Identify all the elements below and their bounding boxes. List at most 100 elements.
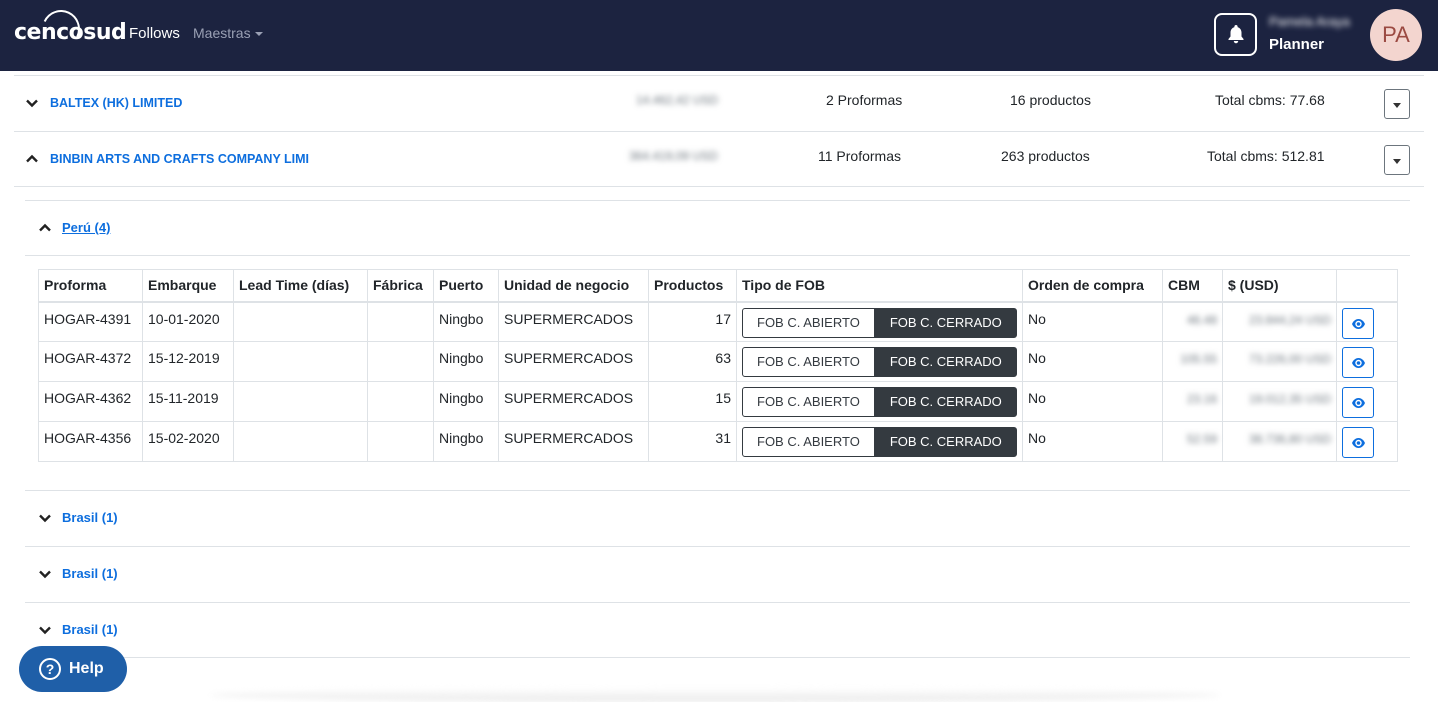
bottom-shadow bbox=[210, 688, 1220, 702]
cell-fabrica bbox=[367, 421, 434, 462]
eye-icon bbox=[1352, 398, 1365, 408]
supplier-amount: 364.419,09 USD bbox=[629, 149, 718, 163]
eye-icon bbox=[1352, 438, 1365, 448]
col-orden: Orden de compra bbox=[1022, 269, 1163, 303]
chevron-up-icon[interactable] bbox=[26, 153, 38, 165]
cell-lead-time bbox=[233, 421, 368, 462]
col-puerto: Puerto bbox=[433, 269, 499, 303]
nav-maestras-dropdown[interactable]: Maestras bbox=[193, 25, 263, 41]
cell-unidad: SUPERMERCADOS bbox=[498, 421, 649, 462]
country-link[interactable]: Brasil (1) bbox=[62, 510, 118, 525]
fob-abierto-button[interactable]: FOB C. ABIERTO bbox=[742, 307, 875, 338]
fob-abierto-button[interactable]: FOB C. ABIERTO bbox=[742, 387, 875, 417]
cell-unidad: SUPERMERCADOS bbox=[498, 301, 649, 342]
supplier-productos: 263 productos bbox=[1001, 148, 1090, 164]
supplier-productos: 16 productos bbox=[1010, 92, 1091, 108]
chevron-down-icon[interactable] bbox=[39, 568, 51, 580]
supplier-actions-dropdown[interactable] bbox=[1384, 145, 1410, 175]
table-row: HOGAR-4356 15-02-2020 Ningbo SUPERMERCAD… bbox=[38, 421, 1398, 462]
chevron-down-icon[interactable] bbox=[39, 512, 51, 524]
cell-productos: 63 bbox=[648, 341, 737, 382]
fob-toggle-group: FOB C. ABIERTO FOB C. CERRADO bbox=[742, 427, 1017, 457]
cell-tipo-fob: FOB C. ABIERTO FOB C. CERRADO bbox=[736, 421, 1023, 462]
cell-tipo-fob: FOB C. ABIERTO FOB C. CERRADO bbox=[736, 341, 1023, 382]
bell-icon bbox=[1228, 25, 1244, 44]
cell-productos: 31 bbox=[648, 421, 737, 462]
country-link[interactable]: Brasil (1) bbox=[62, 622, 118, 637]
user-avatar[interactable]: PA bbox=[1370, 9, 1422, 61]
caret-down-icon bbox=[1393, 103, 1401, 108]
view-button[interactable] bbox=[1342, 347, 1374, 378]
country-link[interactable]: Brasil (1) bbox=[62, 566, 118, 581]
fob-toggle-group: FOB C. ABIERTO FOB C. CERRADO bbox=[742, 307, 1017, 338]
cell-proforma: HOGAR-4356 bbox=[38, 421, 143, 462]
cell-cbm: 105.55 bbox=[1162, 341, 1223, 382]
fob-toggle-group: FOB C. ABIERTO FOB C. CERRADO bbox=[742, 347, 1017, 377]
fob-cerrado-button[interactable]: FOB C. CERRADO bbox=[874, 427, 1017, 457]
cell-embarque: 15-12-2019 bbox=[142, 341, 234, 382]
cell-orden: No bbox=[1022, 301, 1163, 342]
user-name: Pamela Araya bbox=[1269, 14, 1350, 29]
proformas-table: Proforma Embarque Lead Time (días) Fábri… bbox=[38, 269, 1398, 462]
cell-lead-time bbox=[233, 301, 368, 342]
eye-icon bbox=[1352, 318, 1365, 329]
cell-puerto: Ningbo bbox=[433, 301, 499, 342]
table-header-row: Proforma Embarque Lead Time (días) Fábri… bbox=[38, 269, 1398, 303]
cell-puerto: Ningbo bbox=[433, 341, 499, 382]
supplier-row: BALTEX (HK) LIMITED 14.462,42 USD 2 Prof… bbox=[14, 75, 1424, 131]
fob-cerrado-button[interactable]: FOB C. CERRADO bbox=[874, 387, 1017, 417]
view-button[interactable] bbox=[1342, 307, 1374, 339]
help-label: Help bbox=[69, 660, 104, 677]
cell-productos: 15 bbox=[648, 381, 737, 422]
caret-down-icon bbox=[1393, 159, 1401, 164]
country-link[interactable]: Perú (4) bbox=[62, 220, 110, 235]
cell-proforma: HOGAR-4362 bbox=[38, 381, 143, 422]
fob-abierto-button[interactable]: FOB C. ABIERTO bbox=[742, 347, 875, 377]
country-row-brasil: Brasil (1) bbox=[25, 490, 1410, 546]
col-productos: Productos bbox=[648, 269, 737, 303]
fob-abierto-button[interactable]: FOB C. ABIERTO bbox=[742, 427, 875, 457]
supplier-name-link[interactable]: BINBIN ARTS AND CRAFTS COMPANY LIMI bbox=[50, 152, 309, 166]
help-button[interactable]: ? Help bbox=[19, 646, 127, 692]
cell-fabrica bbox=[367, 381, 434, 422]
supplier-amount: 14.462,42 USD bbox=[636, 93, 719, 107]
cell-cbm: 46.48 bbox=[1162, 301, 1223, 342]
supplier-proformas: 11 Proformas bbox=[818, 148, 901, 164]
logo-text: cencosud bbox=[14, 20, 127, 45]
nav-follows-link[interactable]: Follows bbox=[129, 25, 180, 42]
cell-embarque: 15-02-2020 bbox=[142, 421, 234, 462]
col-unidad: Unidad de negocio bbox=[498, 269, 649, 303]
nav-maestras-label: Maestras bbox=[193, 25, 251, 41]
supplier-cbms: Total cbms: 77.68 bbox=[1215, 92, 1325, 108]
cell-actions bbox=[1336, 301, 1398, 342]
caret-down-icon bbox=[254, 32, 263, 37]
cell-proforma: HOGAR-4372 bbox=[38, 341, 143, 382]
chevron-down-icon[interactable] bbox=[39, 624, 51, 636]
cell-lead-time bbox=[233, 341, 368, 382]
fob-cerrado-button[interactable]: FOB C. CERRADO bbox=[874, 307, 1017, 338]
table-row: HOGAR-4391 10-01-2020 Ningbo SUPERMERCAD… bbox=[38, 301, 1398, 342]
supplier-actions-dropdown[interactable] bbox=[1384, 89, 1410, 119]
view-button[interactable] bbox=[1342, 387, 1374, 418]
notifications-button[interactable] bbox=[1214, 13, 1257, 56]
view-button[interactable] bbox=[1342, 427, 1374, 458]
chevron-down-icon[interactable] bbox=[26, 97, 38, 109]
cencosud-logo[interactable]: cencosud bbox=[14, 4, 127, 60]
col-fabrica: Fábrica bbox=[367, 269, 434, 303]
cell-usd: 38.736,80 USD bbox=[1222, 421, 1337, 462]
cell-usd: 19.012,35 USD bbox=[1222, 381, 1337, 422]
supplier-name-link[interactable]: BALTEX (HK) LIMITED bbox=[50, 96, 182, 110]
top-navbar: cencosud Follows Maestras Pamela Araya P… bbox=[0, 0, 1438, 71]
cell-actions bbox=[1336, 341, 1398, 382]
cell-orden: No bbox=[1022, 341, 1163, 382]
cell-puerto: Ningbo bbox=[433, 381, 499, 422]
country-row-brasil: Brasil (1) bbox=[25, 546, 1410, 602]
cell-fabrica bbox=[367, 301, 434, 342]
supplier-cbms: Total cbms: 512.81 bbox=[1207, 148, 1325, 164]
supplier-row: BINBIN ARTS AND CRAFTS COMPANY LIMI 364.… bbox=[14, 131, 1424, 187]
cell-actions bbox=[1336, 421, 1398, 462]
chevron-up-icon[interactable] bbox=[39, 222, 51, 234]
col-lead-time: Lead Time (días) bbox=[233, 269, 368, 303]
fob-cerrado-button[interactable]: FOB C. CERRADO bbox=[874, 347, 1017, 377]
fob-toggle-group: FOB C. ABIERTO FOB C. CERRADO bbox=[742, 387, 1017, 417]
